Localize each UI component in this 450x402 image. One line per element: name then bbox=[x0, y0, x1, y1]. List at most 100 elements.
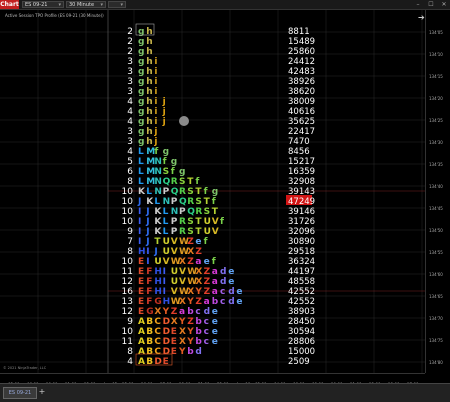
tpo-count: 3 bbox=[127, 77, 133, 87]
tpo-letter: h bbox=[146, 107, 152, 117]
tpo-letter: h bbox=[146, 77, 152, 87]
instrument-value: ES 09-21 bbox=[25, 2, 48, 8]
maximize-icon: ☐ bbox=[428, 1, 434, 8]
tpo-letter: Y bbox=[186, 297, 194, 307]
tab-instrument[interactable]: ES 09-21 bbox=[3, 387, 37, 399]
tpo-letter: J bbox=[145, 217, 149, 227]
volume-value: 30594 bbox=[288, 327, 315, 337]
tpo-letter: U bbox=[171, 267, 178, 277]
tpo-letter: N bbox=[154, 157, 162, 167]
chevron-down-icon: ▾ bbox=[100, 2, 103, 8]
template-selector[interactable]: ▾ bbox=[108, 1, 126, 8]
tpo-letter: d bbox=[228, 287, 234, 297]
tpo-letter: i bbox=[154, 57, 157, 67]
price-tick-label: 134'55 bbox=[429, 250, 443, 255]
tpo-letter: E bbox=[138, 287, 144, 297]
tpo-letter: H bbox=[154, 267, 162, 277]
add-tab-icon[interactable]: + bbox=[38, 387, 46, 397]
tpo-letter: E bbox=[171, 337, 177, 347]
tpo-count: 7 bbox=[127, 237, 133, 247]
tpo-letter: T bbox=[204, 197, 211, 207]
tpo-letter: i bbox=[154, 77, 157, 87]
tpo-count: 9 bbox=[127, 227, 133, 237]
tpo-letter: H bbox=[138, 247, 146, 257]
tpo-count: 2 bbox=[127, 47, 133, 57]
tpo-letter: H bbox=[154, 287, 162, 297]
volume-value: 44197 bbox=[288, 267, 315, 277]
volume-value: 24412 bbox=[288, 57, 315, 67]
volume-value: 32096 bbox=[288, 227, 315, 237]
tpo-letter: V bbox=[171, 247, 178, 257]
tpo-letter: N bbox=[154, 177, 162, 187]
tpo-letter: e bbox=[212, 337, 218, 347]
tpo-letter: R bbox=[179, 187, 186, 197]
tpo-letter: R bbox=[195, 207, 202, 217]
tpo-letter: K bbox=[154, 227, 162, 237]
tpo-letter: S bbox=[187, 227, 193, 237]
tpo-count: 4 bbox=[127, 107, 133, 117]
tpo-letter: R bbox=[179, 227, 186, 237]
instrument-selector[interactable]: ES 09-21 ▾ bbox=[22, 1, 64, 8]
tpo-letter: e bbox=[212, 307, 218, 317]
tpo-profile: 2 g h 88112 g h 154892 g h 258603 g h i 244123 g h i 4248… bbox=[108, 23, 425, 367]
tpo-letter: L bbox=[163, 227, 169, 237]
tpo-letter: i bbox=[154, 117, 157, 127]
price-tick-label: 134'40 bbox=[429, 184, 443, 189]
tpo-letter: b bbox=[195, 317, 202, 327]
tpo-letter: A bbox=[138, 317, 145, 327]
tpo-letter: g bbox=[171, 157, 177, 167]
tpo-letter: j bbox=[153, 137, 157, 147]
volume-value: 16359 bbox=[288, 167, 315, 177]
tpo-letter: X bbox=[187, 287, 194, 297]
tpo-letter: V bbox=[179, 267, 186, 277]
tpo-letter: Z bbox=[187, 257, 194, 267]
tpo-letter: U bbox=[163, 237, 170, 247]
volume-value: 39146 bbox=[288, 207, 315, 217]
tpo-count: 3 bbox=[127, 67, 133, 77]
tpo-letter: c bbox=[195, 307, 200, 317]
close-button[interactable]: ✕ bbox=[438, 0, 450, 9]
tpo-letter: N bbox=[171, 207, 179, 217]
tpo-letter: a bbox=[212, 277, 218, 287]
tpo-count: 10 bbox=[122, 207, 134, 217]
tpo-letter: g bbox=[138, 27, 144, 37]
tpo-letter: I bbox=[138, 227, 141, 237]
tpo-letter: R bbox=[179, 217, 186, 227]
tpo-letter: D bbox=[163, 337, 170, 347]
tpo-letter: I bbox=[146, 257, 149, 267]
tpo-letter: F bbox=[146, 267, 152, 277]
price-axis[interactable]: 134'05 134'10 134'15 134'20 134'25 134'30 134'… bbox=[425, 10, 450, 373]
tpo-letter: g bbox=[212, 187, 218, 197]
tpo-letter: P bbox=[179, 207, 186, 217]
tpo-letter: g bbox=[179, 167, 185, 177]
tpo-letter: X bbox=[179, 257, 186, 267]
tpo-letter: I bbox=[163, 267, 166, 277]
tpo-letter: j bbox=[162, 97, 166, 107]
tpo-letter: J bbox=[137, 197, 141, 207]
tpo-letter: U bbox=[163, 247, 170, 257]
maximize-button[interactable]: ☐ bbox=[425, 0, 437, 9]
tpo-count: 4 bbox=[127, 97, 133, 107]
tpo-letter: g bbox=[138, 137, 144, 147]
minimize-icon: – bbox=[416, 1, 420, 8]
tpo-letter: c bbox=[204, 317, 209, 327]
tpo-letter: L bbox=[138, 157, 144, 167]
tpo-letter: T bbox=[195, 217, 202, 227]
volume-value: 48558 bbox=[288, 277, 315, 287]
chart-menu-button[interactable]: Chart bbox=[0, 0, 19, 9]
tpo-letter: P bbox=[163, 187, 170, 197]
tpo-letter: A bbox=[138, 347, 145, 357]
tpo-letter: Y bbox=[186, 337, 194, 347]
tpo-letter: g bbox=[138, 37, 144, 47]
tpo-letter: h bbox=[146, 127, 152, 137]
tpo-letter: f bbox=[171, 167, 175, 177]
minimize-button[interactable]: – bbox=[412, 0, 424, 9]
tpo-letter: Z bbox=[204, 277, 211, 287]
tpo-letter: J bbox=[145, 227, 149, 237]
tpo-letter: f bbox=[220, 217, 224, 227]
price-tick-label: 134'75 bbox=[429, 338, 443, 343]
interval-selector[interactable]: 30 Minute ▾ bbox=[66, 1, 106, 8]
tpo-letter: I bbox=[146, 247, 149, 257]
tpo-letter: h bbox=[146, 57, 152, 67]
tpo-letter: h bbox=[146, 47, 152, 57]
